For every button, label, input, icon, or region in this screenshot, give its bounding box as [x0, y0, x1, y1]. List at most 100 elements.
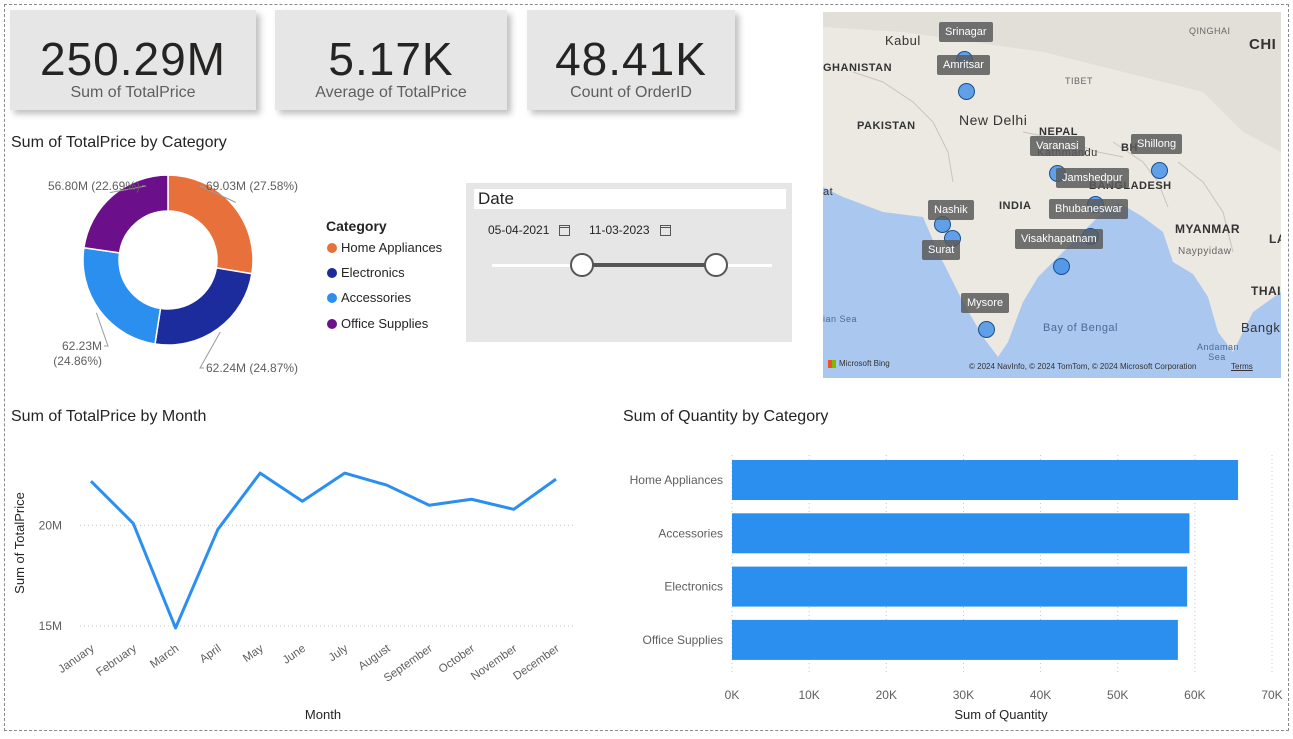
kpi-card-order-count[interactable]: 48.41K Count of OrderID — [527, 10, 735, 110]
map-label: GHANISTAN — [823, 62, 893, 74]
city-marker-amritsar[interactable] — [958, 83, 975, 100]
calendar-icon[interactable] — [559, 224, 571, 236]
kpi-card-total-price[interactable]: 250.29M Sum of TotalPrice — [10, 10, 256, 110]
microsoft-logo-icon — [828, 359, 836, 368]
city-label-nashik: Nashik — [928, 200, 974, 220]
donut-data-label-value: 62.23M — [62, 339, 102, 353]
line-point-october[interactable] — [469, 497, 473, 501]
date-slider-end-handle[interactable] — [704, 253, 728, 277]
line-point-july[interactable] — [343, 471, 347, 475]
x-tick-label: 60K — [1184, 688, 1205, 702]
date-slider-range — [581, 263, 716, 267]
line-point-november[interactable] — [512, 507, 516, 511]
bar-accessories[interactable] — [732, 513, 1190, 554]
map-label: LA — [1269, 232, 1281, 246]
kpi-card-average-price[interactable]: 5.17K Average of TotalPrice — [275, 10, 507, 110]
end-date-field[interactable]: 11-03-2023 — [589, 223, 671, 237]
y-category-label: Office Supplies — [643, 633, 724, 647]
x-tick-label: April — [198, 643, 224, 666]
map-label: Bay of Bengal — [1043, 322, 1118, 334]
legend-item-home-appliances[interactable]: Home Appliances — [327, 240, 442, 255]
x-tick-label: 50K — [1107, 688, 1128, 702]
line-point-january[interactable] — [89, 479, 93, 483]
legend-item-accessories[interactable]: Accessories — [327, 290, 411, 305]
x-tick-label: 10K — [798, 688, 819, 702]
map-label: MYANMAR — [1175, 222, 1241, 236]
y-tick-label: 15M — [39, 619, 62, 633]
map-label: THAIL — [1251, 284, 1281, 298]
city-marker-shillong[interactable] — [1151, 162, 1168, 179]
date-slicer[interactable]: Date 05-04-2021 11-03-2023 — [466, 183, 792, 342]
y-category-label: Electronics — [664, 580, 723, 594]
legend-label: Office Supplies — [341, 316, 429, 331]
x-tick-label: August — [356, 642, 393, 673]
start-date-field[interactable]: 05-04-2021 — [488, 223, 571, 237]
x-tick-label: 0K — [725, 688, 740, 702]
x-tick-label: January — [56, 642, 97, 675]
donut-data-label: 56.80M (22.69%) — [48, 179, 140, 193]
x-tick-label: March — [148, 643, 181, 671]
legend-item-electronics[interactable]: Electronics — [327, 265, 405, 280]
line-chart[interactable]: 15M 20M January February March April May June Ju… — [10, 440, 590, 725]
map-label: New Delhi — [959, 112, 1028, 128]
line-point-march[interactable] — [174, 626, 178, 630]
y-category-label: Home Appliances — [630, 473, 723, 487]
map-label: Kabul — [885, 33, 921, 48]
map-label: CHI — [1249, 36, 1277, 53]
line-point-june[interactable] — [300, 499, 304, 503]
x-tick-label: 70K — [1261, 688, 1282, 702]
kpi-value: 250.29M — [39, 33, 226, 85]
legend-dot — [327, 292, 337, 303]
bar-chart-svg: 0K 10K 20K 30K 40K 50K 60K 70K Home Appliances Ac… — [630, 455, 1283, 722]
x-tick-label: 40K — [1030, 688, 1051, 702]
kpi-value: 48.41K — [555, 33, 707, 85]
city-map[interactable]: Kabul GHANISTAN PAKISTAN New Delhi NEPAL… — [823, 12, 1281, 378]
city-marker-visakhapatnam[interactable] — [1053, 258, 1070, 275]
line-point-december[interactable] — [554, 477, 558, 481]
city-label-visakhapatnam: Visakhapatnam — [1015, 229, 1103, 249]
map-label: at — [823, 186, 834, 198]
bar-home-appliances[interactable] — [732, 460, 1239, 500]
x-axis-title: Month — [305, 707, 341, 722]
map-label: PAKISTAN — [857, 120, 916, 132]
x-tick-label: November — [469, 643, 519, 683]
bar-office-supplies[interactable] — [732, 619, 1178, 660]
date-slicer-title: Date — [474, 189, 786, 209]
date-slider-start-handle[interactable] — [569, 253, 594, 277]
legend-dot — [327, 242, 337, 253]
x-tick-label: May — [241, 642, 266, 664]
map-label: QINGHAI — [1189, 26, 1231, 36]
map-label: Andaman Sea — [1197, 342, 1240, 362]
donut-slice-accessories[interactable] — [82, 246, 162, 345]
bar-electronics[interactable] — [732, 566, 1188, 607]
line-chart-svg: 15M 20M JanuaryFebruary March April May June Ju… — [12, 471, 573, 722]
calendar-icon[interactable] — [659, 224, 671, 236]
bar-chart-title: Sum of Quantity by Category — [623, 408, 829, 425]
map-terms-link[interactable]: Terms — [1231, 362, 1253, 371]
legend-item-office-supplies[interactable]: Office Supplies — [327, 316, 428, 331]
x-axis-title: Sum of Quantity — [954, 707, 1048, 722]
map-label: INDIA — [999, 200, 1032, 212]
bar-chart[interactable]: 0K 10K 20K 30K 40K 50K 60K 70K Home Appliances Ac… — [620, 440, 1285, 725]
line-point-august[interactable] — [385, 483, 389, 487]
legend-dot — [327, 318, 337, 329]
kpi-label: Sum of TotalPrice — [70, 84, 196, 101]
donut-data-label-percent: (24.86%) — [53, 354, 102, 368]
line-point-february[interactable] — [131, 521, 135, 525]
donut-slice-electronics[interactable] — [154, 267, 253, 346]
legend-label: Electronics — [341, 265, 405, 280]
line-point-april[interactable] — [216, 527, 220, 531]
city-label-srinagar: Srinagar — [939, 22, 993, 42]
bing-logo: Microsoft Bing — [828, 359, 890, 368]
city-marker-mysore[interactable] — [978, 321, 995, 338]
map-label: Naypyidaw — [1178, 246, 1232, 257]
line-series-total-price[interactable] — [89, 471, 557, 630]
line-point-september[interactable] — [427, 503, 431, 507]
y-tick-label: 20M — [39, 518, 62, 532]
line-point-may[interactable] — [258, 471, 262, 475]
donut-data-label: 62.24M (24.87%) — [206, 361, 298, 375]
map-label: TIBET — [1065, 76, 1094, 86]
line-chart-title: Sum of TotalPrice by Month — [11, 408, 207, 425]
kpi-value: 5.17K — [328, 33, 454, 85]
city-label-surat: Surat — [922, 240, 961, 260]
